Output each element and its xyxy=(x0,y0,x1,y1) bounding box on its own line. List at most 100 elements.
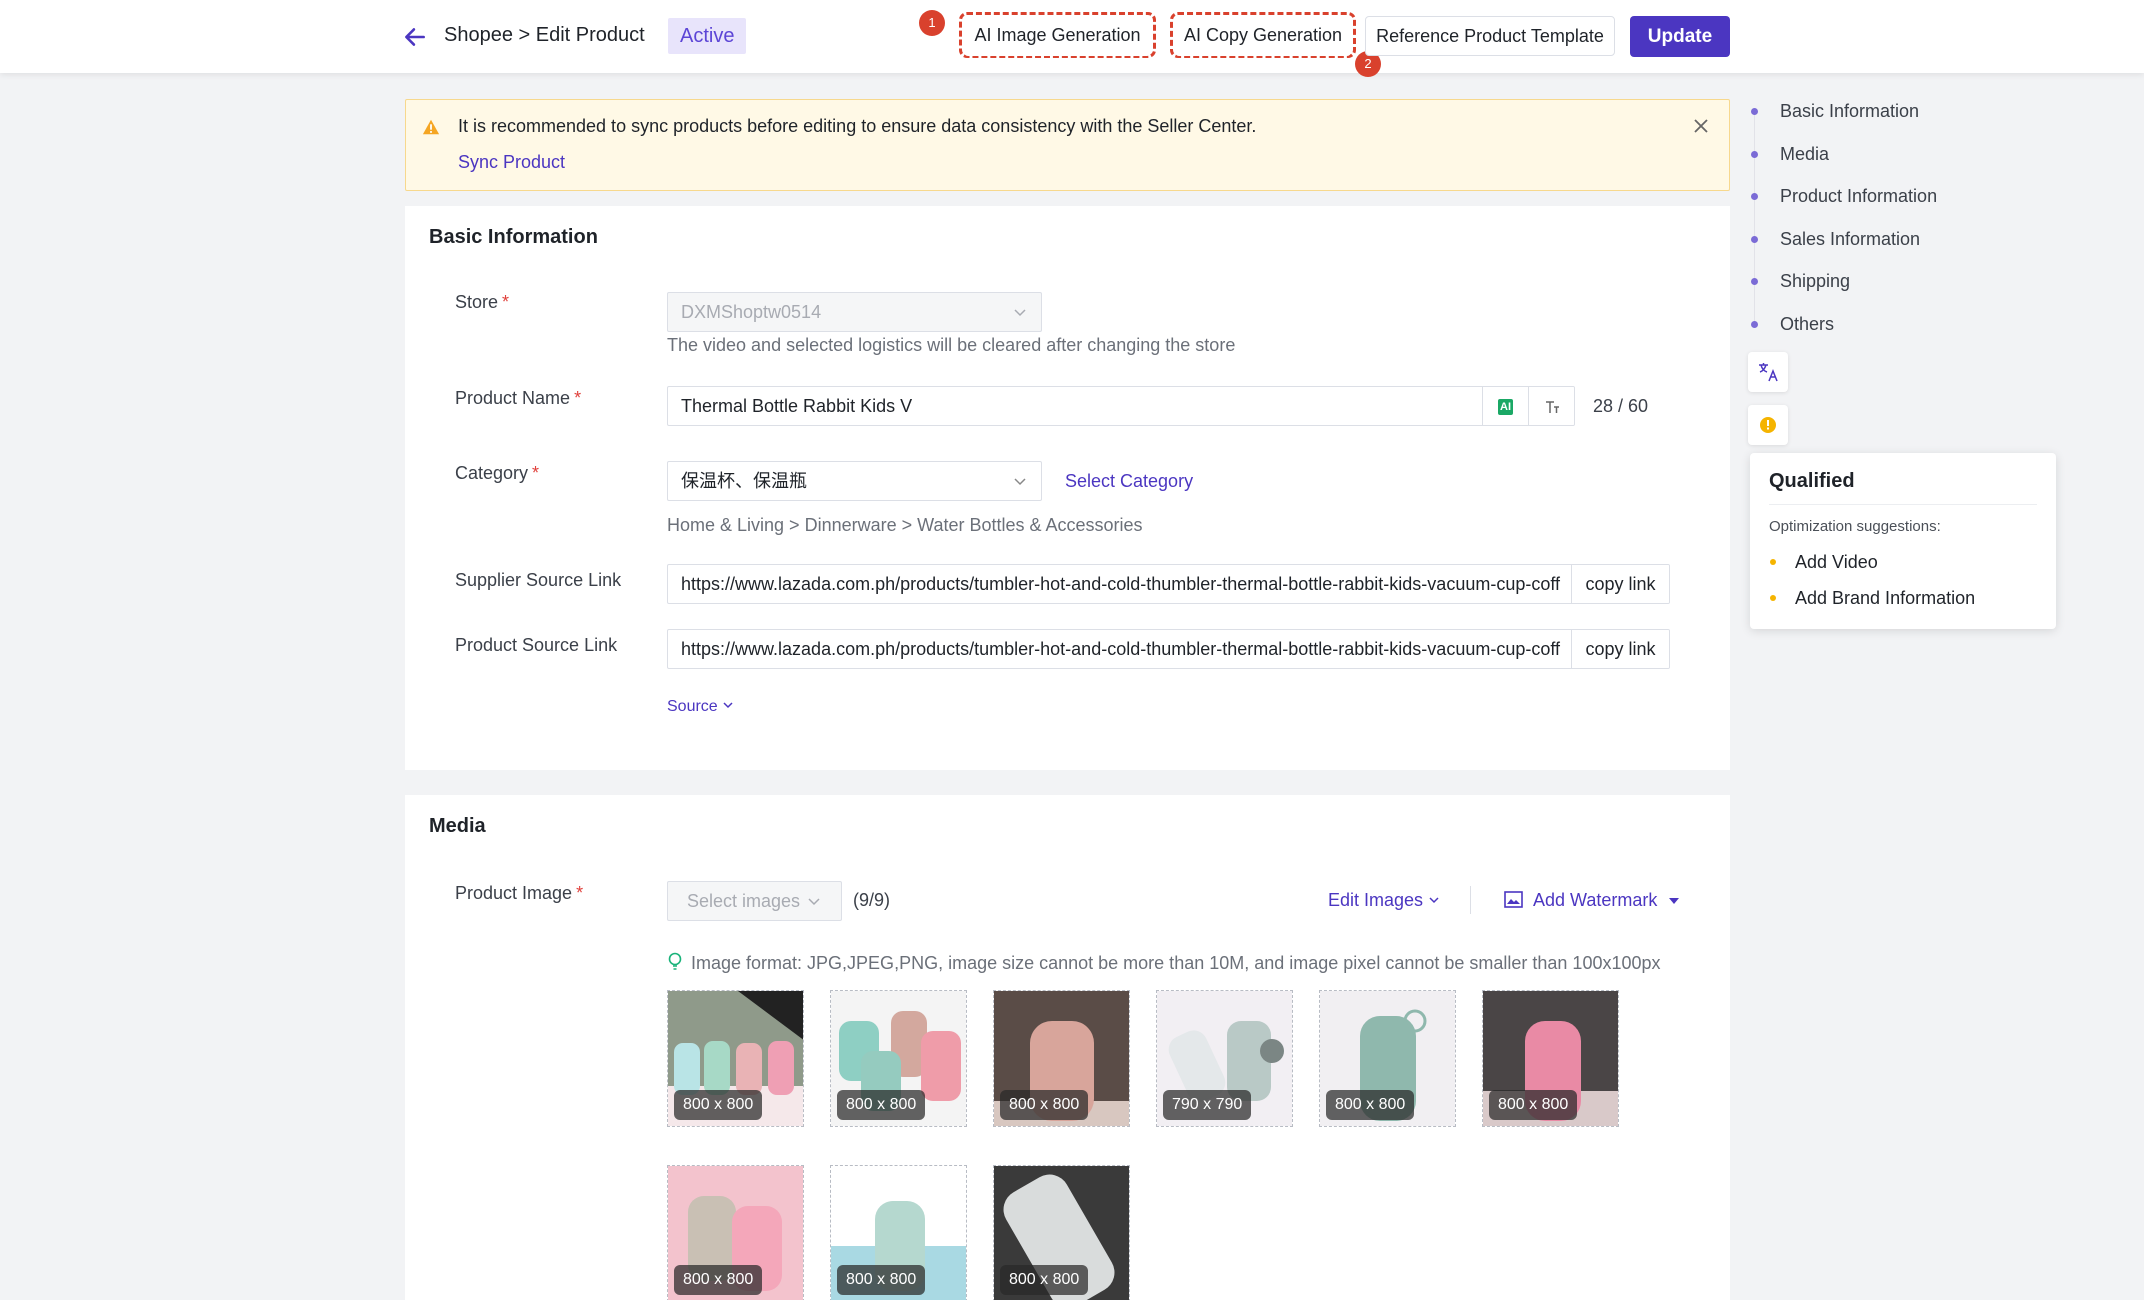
image-size-label: 800 x 800 xyxy=(674,1090,763,1120)
product-image-thumb[interactable]: 800 x 800 xyxy=(1482,990,1619,1127)
breadcrumb: Shopee > Edit Product xyxy=(444,24,645,46)
suggestion-item[interactable]: Add Brand Information xyxy=(1795,588,1975,609)
supplier-source-label: Supplier Source Link xyxy=(455,570,622,590)
product-name-input[interactable]: Thermal Bottle Rabbit Kids V AI xyxy=(667,386,1575,426)
supplier-source-value: https://www.lazada.com.ph/products/tumbl… xyxy=(681,574,1561,594)
sync-product-link[interactable]: Sync Product xyxy=(458,152,565,173)
image-size-label: 800 x 800 xyxy=(1489,1090,1578,1120)
quality-score-button[interactable] xyxy=(1748,405,1788,445)
ai-rewrite-button[interactable]: AI xyxy=(1482,387,1528,425)
chevron-down-icon xyxy=(808,898,820,906)
text-size-icon xyxy=(1545,401,1559,414)
divider xyxy=(1470,886,1471,914)
suggestion-dot xyxy=(1770,595,1776,601)
store-select[interactable]: DXMShoptw0514 xyxy=(667,292,1042,332)
basic-information-section: Basic Information Store * DXMShoptw0514 T… xyxy=(405,206,1730,770)
quality-subtitle: Optimization suggestions: xyxy=(1769,518,1941,535)
edit-images-dropdown[interactable]: Edit Images xyxy=(1328,890,1440,911)
source-toggle[interactable]: Source xyxy=(667,698,734,716)
chevron-down-icon xyxy=(1429,897,1439,904)
divider xyxy=(1769,504,2037,505)
suggestion-dot xyxy=(1770,559,1776,565)
select-images-placeholder: Select images xyxy=(687,891,801,911)
status-badge: Active xyxy=(668,18,747,54)
nav-dot xyxy=(1751,193,1758,200)
product-source-value: https://www.lazada.com.ph/products/tumbl… xyxy=(681,639,1561,659)
store-label: Store * xyxy=(455,292,510,312)
translate-icon xyxy=(1759,363,1778,382)
nav-dot xyxy=(1751,236,1758,243)
step-badge-1: 1 xyxy=(919,10,945,36)
image-size-label: 800 x 800 xyxy=(837,1090,926,1120)
product-image-thumb[interactable]: 800 x 800 xyxy=(1319,990,1456,1127)
quality-panel: Qualified Optimization suggestions: Add … xyxy=(1750,453,2056,629)
warning-icon xyxy=(422,119,440,135)
section-title: Media xyxy=(429,815,486,837)
category-value: 保温杯、保温瓶 xyxy=(681,471,807,491)
image-hint: Image format: JPG,JPEG,PNG, image size c… xyxy=(691,953,1661,973)
product-source-input[interactable]: https://www.lazada.com.ph/products/tumbl… xyxy=(667,629,1670,669)
product-image-thumb[interactable]: 800 x 800 xyxy=(830,1165,967,1300)
supplier-source-input[interactable]: https://www.lazada.com.ph/products/tumbl… xyxy=(667,564,1670,604)
nav-dot xyxy=(1751,321,1758,328)
sync-alert: It is recommended to sync products befor… xyxy=(405,99,1730,191)
product-image-thumb[interactable]: 800 x 800 xyxy=(993,1165,1130,1300)
chevron-down-icon xyxy=(1014,309,1026,317)
product-image-thumb[interactable]: 800 x 800 xyxy=(667,1165,804,1300)
nav-track xyxy=(1754,112,1755,326)
nav-basic-information[interactable]: Basic Information xyxy=(1780,101,1919,122)
category-label: Category * xyxy=(455,463,540,483)
translate-button[interactable] xyxy=(1748,352,1788,392)
image-size-label: 800 x 800 xyxy=(1000,1090,1089,1120)
ai-copy-generation-button[interactable]: AI Copy Generation xyxy=(1175,16,1351,56)
text-format-button[interactable] xyxy=(1528,387,1574,425)
ai-icon: AI xyxy=(1498,399,1513,416)
nav-dot xyxy=(1751,151,1758,158)
nav-shipping[interactable]: Shipping xyxy=(1780,271,1850,292)
lightbulb-icon xyxy=(668,952,682,970)
image-count: (9/9) xyxy=(853,890,891,910)
product-name-label: Product Name * xyxy=(455,388,582,408)
image-size-label: 800 x 800 xyxy=(674,1265,763,1295)
chevron-down-icon xyxy=(723,702,733,709)
store-hint: The video and selected logistics will be… xyxy=(667,335,1236,355)
back-arrow-icon[interactable] xyxy=(402,24,428,50)
product-image-thumb[interactable]: 790 x 790 xyxy=(1156,990,1293,1127)
nav-dot xyxy=(1751,108,1758,115)
copy-link-button[interactable]: copy link xyxy=(1571,565,1669,603)
product-image-thumb[interactable]: 800 x 800 xyxy=(667,990,804,1127)
nav-product-information[interactable]: Product Information xyxy=(1780,186,1937,207)
category-select[interactable]: 保温杯、保温瓶 xyxy=(667,461,1042,501)
alert-message: It is recommended to sync products befor… xyxy=(458,116,1257,136)
product-name-value: Thermal Bottle Rabbit Kids V xyxy=(681,396,913,416)
product-name-count: 28 / 60 xyxy=(1593,396,1649,416)
suggestion-item[interactable]: Add Video xyxy=(1795,552,1878,573)
quality-title: Qualified xyxy=(1769,470,1855,492)
reference-template-button[interactable]: Reference Product Template xyxy=(1365,16,1615,56)
image-size-label: 790 x 790 xyxy=(1163,1090,1252,1120)
caret-down-icon xyxy=(1669,898,1680,904)
chevron-down-icon xyxy=(1014,478,1026,486)
add-watermark-dropdown[interactable]: Add Watermark xyxy=(1504,890,1680,911)
image-size-label: 800 x 800 xyxy=(1000,1265,1089,1295)
section-title: Basic Information xyxy=(429,226,598,248)
nav-dot xyxy=(1751,278,1758,285)
nav-sales-information[interactable]: Sales Information xyxy=(1780,229,1920,250)
info-icon xyxy=(1760,417,1776,433)
product-image-thumb[interactable]: 800 x 800 xyxy=(993,990,1130,1127)
copy-link-button[interactable]: copy link xyxy=(1571,630,1669,668)
ai-image-generation-button[interactable]: AI Image Generation xyxy=(964,16,1151,56)
product-image-thumb[interactable]: 800 x 800 xyxy=(830,990,967,1127)
update-button[interactable]: Update xyxy=(1630,16,1730,57)
product-image-label: Product Image * xyxy=(455,883,584,903)
category-path: Home & Living > Dinnerware > Water Bottl… xyxy=(667,515,1143,535)
top-bar: Shopee > Edit Product Active AI Image Ge… xyxy=(0,0,2144,77)
select-images-dropdown[interactable]: Select images xyxy=(667,881,842,921)
close-icon[interactable] xyxy=(1693,118,1709,134)
nav-others[interactable]: Others xyxy=(1780,314,1834,335)
image-size-label: 800 x 800 xyxy=(837,1265,926,1295)
product-source-label: Product Source Link xyxy=(455,635,618,655)
image-icon xyxy=(1504,891,1523,908)
select-category-link[interactable]: Select Category xyxy=(1065,471,1193,492)
nav-media[interactable]: Media xyxy=(1780,144,1829,165)
